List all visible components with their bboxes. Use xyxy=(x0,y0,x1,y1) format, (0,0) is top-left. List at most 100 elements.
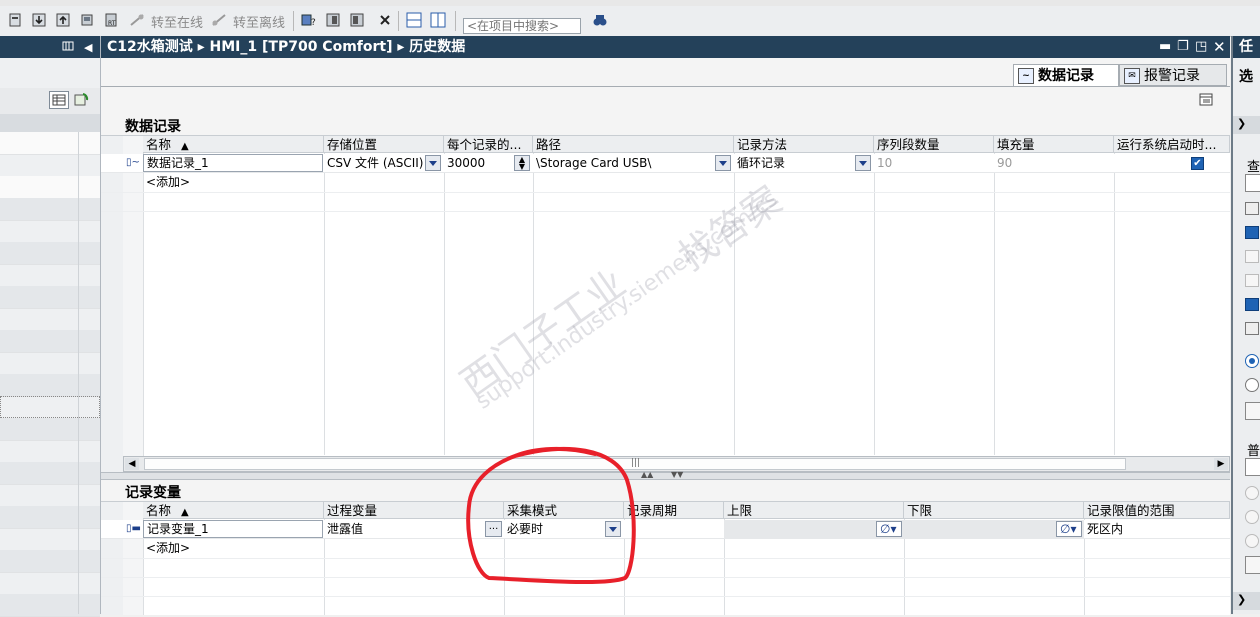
storage-cell[interactable]: CSV 文件 (ASCII) xyxy=(324,154,424,173)
list-item[interactable] xyxy=(0,418,100,441)
add-log-tag-row[interactable]: <添加> xyxy=(143,539,323,558)
list-item[interactable] xyxy=(0,484,100,507)
scroll-left-icon[interactable]: ◀ xyxy=(125,458,139,470)
simulation-icon[interactable]: RT xyxy=(102,11,120,29)
list-item[interactable] xyxy=(0,308,100,331)
list-item[interactable] xyxy=(0,330,100,353)
task-card-section[interactable]: ❯ xyxy=(1233,592,1260,610)
float-icon[interactable]: ◳ xyxy=(1195,36,1207,58)
collapse-down-icon[interactable]: ▼▼ xyxy=(671,470,683,479)
task-card-checkbox-checked[interactable] xyxy=(1245,226,1259,239)
go-offline-icon[interactable] xyxy=(210,11,228,29)
chevron-down-icon[interactable]: ❯ xyxy=(1237,117,1246,130)
list-item[interactable] xyxy=(0,572,100,595)
method-dropdown-button[interactable] xyxy=(855,155,871,171)
list-item-focused[interactable] xyxy=(0,396,100,418)
table-row[interactable]: ▯▬ 记录变量_1 泄露值 ... 必要时 ∅▾ ∅▾ 死区内 xyxy=(101,520,1230,539)
task-card-checkbox-checked[interactable] xyxy=(1245,298,1259,311)
high-limit-cell[interactable]: ∅▾ xyxy=(724,520,904,538)
list-item[interactable] xyxy=(0,506,100,529)
download-icon[interactable] xyxy=(30,11,48,29)
task-card-checkbox[interactable] xyxy=(1245,202,1259,215)
task-card-input[interactable] xyxy=(1245,402,1260,420)
column-header-enable-on-start[interactable]: 运行系统启动时... xyxy=(1114,136,1230,153)
task-card-checkbox[interactable] xyxy=(1245,250,1259,263)
device-icon[interactable] xyxy=(78,11,96,29)
task-card-checkbox[interactable] xyxy=(1245,274,1259,287)
list-item[interactable] xyxy=(0,154,100,177)
fill-cell[interactable]: 90 xyxy=(994,154,1114,173)
list-item[interactable] xyxy=(0,374,100,397)
null-value-icon[interactable]: ∅▾ xyxy=(1056,521,1082,537)
path-cell[interactable]: \Storage Card USB\ xyxy=(533,154,713,173)
column-header-limit-range[interactable]: 记录限值的范围 xyxy=(1084,502,1230,519)
task-card-radio[interactable] xyxy=(1245,534,1259,548)
column-settings-icon[interactable] xyxy=(1198,92,1214,111)
segments-cell[interactable]: 10 xyxy=(874,154,994,173)
task-card-radio-selected[interactable] xyxy=(1245,354,1259,368)
list-item[interactable] xyxy=(0,176,100,199)
task-card-input[interactable] xyxy=(1245,458,1260,476)
refresh-icon[interactable] xyxy=(73,92,89,111)
start-cpu-icon[interactable] xyxy=(324,11,342,29)
tab-alarm-logs[interactable]: ✉ 报警记录 xyxy=(1119,64,1227,86)
go-online-icon[interactable] xyxy=(128,11,146,29)
list-item[interactable] xyxy=(0,440,100,463)
pane-splitter[interactable]: ▲▲ ▼▼ xyxy=(101,470,1230,480)
chevron-down-icon[interactable]: ❯ xyxy=(1237,593,1246,606)
go-offline-button[interactable]: 转至离线 xyxy=(233,12,285,31)
list-item[interactable] xyxy=(0,132,100,155)
path-dropdown-button[interactable] xyxy=(715,155,731,171)
column-header-low-limit[interactable]: 下限 xyxy=(904,502,1084,519)
task-card-radio[interactable] xyxy=(1245,378,1259,392)
table-row[interactable]: ▯~ 数据记录_1 CSV 文件 (ASCII) 30000 ▲ ▼ \Stora… xyxy=(101,154,1230,173)
column-header-method[interactable]: 记录方法 xyxy=(734,136,874,153)
list-item[interactable] xyxy=(0,550,100,573)
list-item[interactable] xyxy=(0,264,100,287)
search-binoculars-icon[interactable] xyxy=(591,11,609,29)
task-card-radio[interactable] xyxy=(1245,510,1259,524)
task-card-radio[interactable] xyxy=(1245,486,1259,500)
pin-panel-icon[interactable] xyxy=(62,40,74,52)
column-header-storage[interactable]: 存储位置 xyxy=(324,136,444,153)
collapse-panel-icon[interactable]: ◀ xyxy=(84,41,92,54)
list-item[interactable] xyxy=(0,462,100,485)
tag-name-cell[interactable]: 记录变量_1 xyxy=(143,520,323,538)
accessible-devices-icon[interactable]: ? xyxy=(300,11,318,29)
split-horizontal-icon[interactable] xyxy=(405,11,423,29)
column-header-path[interactable]: 路径 xyxy=(533,136,734,153)
go-online-button[interactable]: 转至在线 xyxy=(151,12,203,31)
method-cell[interactable]: 循环记录 xyxy=(734,154,854,173)
list-item[interactable] xyxy=(0,286,100,309)
tab-data-logs[interactable]: ~ 数据记录 xyxy=(1013,64,1119,86)
storage-dropdown-button[interactable] xyxy=(425,155,441,171)
search-input[interactable] xyxy=(463,18,581,34)
task-card-section[interactable]: ❯ xyxy=(1233,116,1260,134)
task-card-input[interactable] xyxy=(1245,556,1260,574)
list-item[interactable] xyxy=(0,242,100,265)
task-card-checkbox[interactable] xyxy=(1245,322,1259,335)
list-item[interactable] xyxy=(0,220,100,243)
column-header-records[interactable]: 每个记录的... xyxy=(444,136,533,153)
list-item[interactable] xyxy=(0,198,100,221)
records-cell[interactable]: 30000 xyxy=(444,154,514,173)
null-value-icon[interactable]: ∅▾ xyxy=(876,521,902,537)
close-icon[interactable]: ✕ xyxy=(1213,36,1226,58)
compile-icon[interactable] xyxy=(6,11,24,29)
upload-icon[interactable] xyxy=(54,11,72,29)
enable-on-start-checkbox[interactable]: ✔ xyxy=(1191,157,1204,170)
list-item[interactable] xyxy=(0,352,100,375)
stop-cpu-icon[interactable] xyxy=(348,11,366,29)
minimize-icon[interactable]: ▬ xyxy=(1159,36,1171,58)
scroll-right-icon[interactable]: ▶ xyxy=(1214,458,1228,470)
records-spin-button[interactable]: ▲ ▼ xyxy=(514,155,530,171)
column-header-fill[interactable]: 填充量 xyxy=(994,136,1114,153)
log-name-cell[interactable]: 数据记录_1 xyxy=(143,154,323,172)
list-item[interactable] xyxy=(0,528,100,551)
add-data-log-row[interactable]: <添加> xyxy=(143,173,323,192)
column-header-name[interactable]: 名称 ▲ xyxy=(143,136,324,153)
column-header-name[interactable]: 名称 ▲ xyxy=(143,502,324,519)
split-vertical-icon[interactable] xyxy=(429,11,447,29)
delete-icon[interactable] xyxy=(376,11,394,29)
low-limit-cell[interactable]: ∅▾ xyxy=(904,520,1084,538)
